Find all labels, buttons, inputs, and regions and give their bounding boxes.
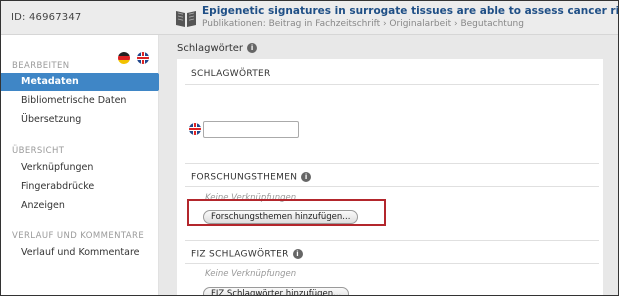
- publication-title[interactable]: Epigenetic signatures in surrogate tissu…: [202, 5, 618, 17]
- section-heading-bearbeiten: BEARBEITEN: [12, 61, 70, 71]
- sidebar-item-verlauf-und-kommentare[interactable]: Verlauf und Kommentare: [1, 244, 158, 262]
- app-window: ID: 46967347 Epigenetic signatures in su…: [0, 0, 619, 296]
- divider: [185, 84, 599, 85]
- page-title: Schlagwörter i: [177, 43, 258, 54]
- divider: [185, 186, 599, 187]
- section-heading-verlauf: VERLAUF UND KOMMENTARE: [12, 231, 145, 241]
- breadcrumb: Publikationen: Beitrag in Fachzeitschrif…: [202, 19, 524, 29]
- info-icon[interactable]: i: [292, 249, 303, 259]
- main-content: Schlagwörter i SCHLAGWÖRTER FORSCHUNGSTHE…: [159, 35, 618, 295]
- book-icon: [176, 11, 196, 27]
- sidebar-item-bibliometrische-daten[interactable]: Bibliometrische Daten: [1, 92, 158, 110]
- sidebar-item-verknuepfungen[interactable]: Verknüpfungen: [1, 159, 158, 177]
- uk-flag-icon[interactable]: [137, 51, 150, 64]
- german-flag-icon[interactable]: [118, 51, 130, 64]
- info-icon[interactable]: i: [301, 172, 312, 182]
- header-bar: ID: 46967347 Epigenetic signatures in su…: [1, 1, 618, 35]
- section-heading-schlagwoerter: SCHLAGWÖRTER: [191, 69, 271, 79]
- sidebar-item-anzeigen[interactable]: Anzeigen: [1, 197, 158, 215]
- divider: [185, 163, 599, 164]
- keywords-panel: SCHLAGWÖRTER FORSCHUNGSTHEMEN i Keine Ver…: [177, 59, 603, 295]
- sidebar-item-fingerabdruecke[interactable]: Fingerabdrücke: [1, 178, 158, 196]
- record-id: ID: 46967347: [11, 12, 82, 23]
- sidebar-item-metadaten[interactable]: Metadaten: [1, 73, 165, 91]
- divider: [185, 263, 599, 264]
- section-heading-fiz-schlagwoerter: FIZ SCHLAGWÖRTER i: [191, 249, 303, 260]
- language-switcher: [118, 47, 151, 66]
- info-icon[interactable]: i: [247, 43, 258, 53]
- sidebar-item-uebersetzung[interactable]: Übersetzung: [1, 111, 158, 129]
- divider: [185, 240, 599, 241]
- page-title-text: Schlagwörter: [177, 43, 244, 54]
- section-heading-forschungsthemen: FORSCHUNGSTHEMEN i: [191, 172, 312, 183]
- keyword-input[interactable]: [203, 121, 299, 138]
- section-heading-fiz-text: FIZ SCHLAGWÖRTER: [191, 249, 289, 260]
- highlight-box: [187, 199, 386, 226]
- add-fiz-keywords-button[interactable]: FIZ Schlagwörter hinzufügen...: [203, 287, 350, 295]
- sidebar: BEARBEITEN Metadaten Bibliometrische Dat…: [1, 35, 165, 295]
- section-heading-forschungsthemen-text: FORSCHUNGSTHEMEN: [191, 172, 298, 183]
- section-heading-uebersicht: ÜBERSICHT: [12, 146, 65, 156]
- uk-flag-icon: [189, 123, 201, 135]
- empty-state-fiz: Keine Verknüpfungen: [205, 269, 297, 279]
